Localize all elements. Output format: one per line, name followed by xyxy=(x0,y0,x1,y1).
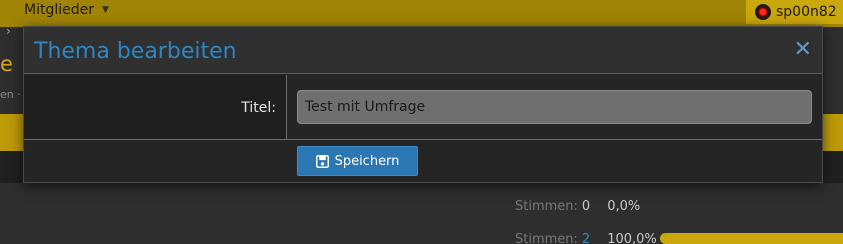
title-form-row: Titel: xyxy=(24,75,822,140)
save-button[interactable]: Speichern xyxy=(297,146,418,176)
votes-label: Stimmen: xyxy=(515,231,578,244)
votes-percent: 100,0% xyxy=(607,231,657,244)
members-menu-label: Mitglieder xyxy=(24,2,94,18)
members-menu[interactable]: Mitglieder ▼ xyxy=(24,0,109,20)
breadcrumb-chevron-icon: › xyxy=(6,24,11,38)
poll-result-row: Stimmen: 0 0,0% xyxy=(515,198,640,214)
chevron-down-icon: ▼ xyxy=(102,5,109,15)
dialog-header: Thema bearbeiten ✕ xyxy=(24,27,822,74)
dialog-title: Thema bearbeiten xyxy=(34,39,237,64)
floppy-disk-icon xyxy=(315,154,329,168)
title-label-cell: Titel: xyxy=(24,75,287,139)
user-menu[interactable]: sp00n82 xyxy=(746,0,843,24)
close-icon[interactable]: ✕ xyxy=(794,39,812,61)
avatar xyxy=(755,4,771,20)
title-label: Titel: xyxy=(241,100,276,116)
votes-percent: 0,0% xyxy=(607,198,641,214)
votes-count-link[interactable]: 2 xyxy=(582,232,590,244)
page-subtitle-fragment: en · xyxy=(0,88,21,101)
edit-thread-dialog: Thema bearbeiten ✕ Titel: Speichern xyxy=(23,26,823,183)
poll-result-bar xyxy=(660,233,843,244)
votes-label: Stimmen: xyxy=(515,198,578,214)
page-title-fragment: e xyxy=(0,52,13,76)
top-navigation-bar: Mitglieder ▼ sp00n82 xyxy=(0,0,843,27)
poll-result-row: Stimmen: 2 100,0% xyxy=(515,231,657,244)
title-input[interactable] xyxy=(297,90,812,124)
save-button-label: Speichern xyxy=(334,153,400,169)
votes-count: 0 xyxy=(581,198,591,214)
username: sp00n82 xyxy=(776,4,837,20)
